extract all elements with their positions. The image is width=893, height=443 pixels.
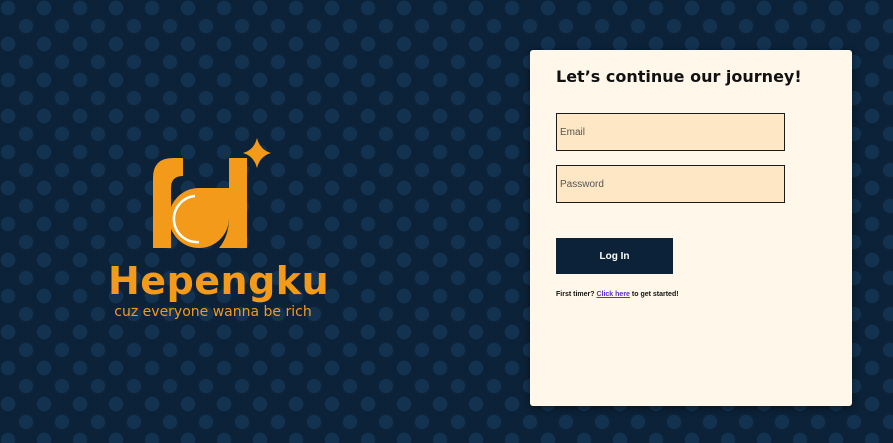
signup-prompt: First timer? Click here to get started!	[556, 291, 679, 298]
password-input[interactable]	[556, 165, 785, 203]
signup-suffix: to get started!	[631, 291, 679, 298]
login-card: Let’s continue our journey! Log In First…	[530, 50, 852, 406]
hepengku-logo-icon	[153, 138, 271, 248]
brand-block: Hepengku cuz everyone wanna be rich	[108, 136, 330, 320]
login-button[interactable]: Log In	[556, 238, 673, 274]
signup-prefix: First timer?	[556, 291, 595, 298]
email-input[interactable]	[556, 113, 785, 151]
brand-tagline: cuz everyone wanna be rich	[114, 304, 312, 320]
sparkle-icon	[243, 138, 271, 168]
login-title: Let’s continue our journey!	[556, 67, 802, 86]
signup-link[interactable]: Click here	[596, 291, 629, 298]
brand-name: Hepengku	[108, 259, 330, 303]
